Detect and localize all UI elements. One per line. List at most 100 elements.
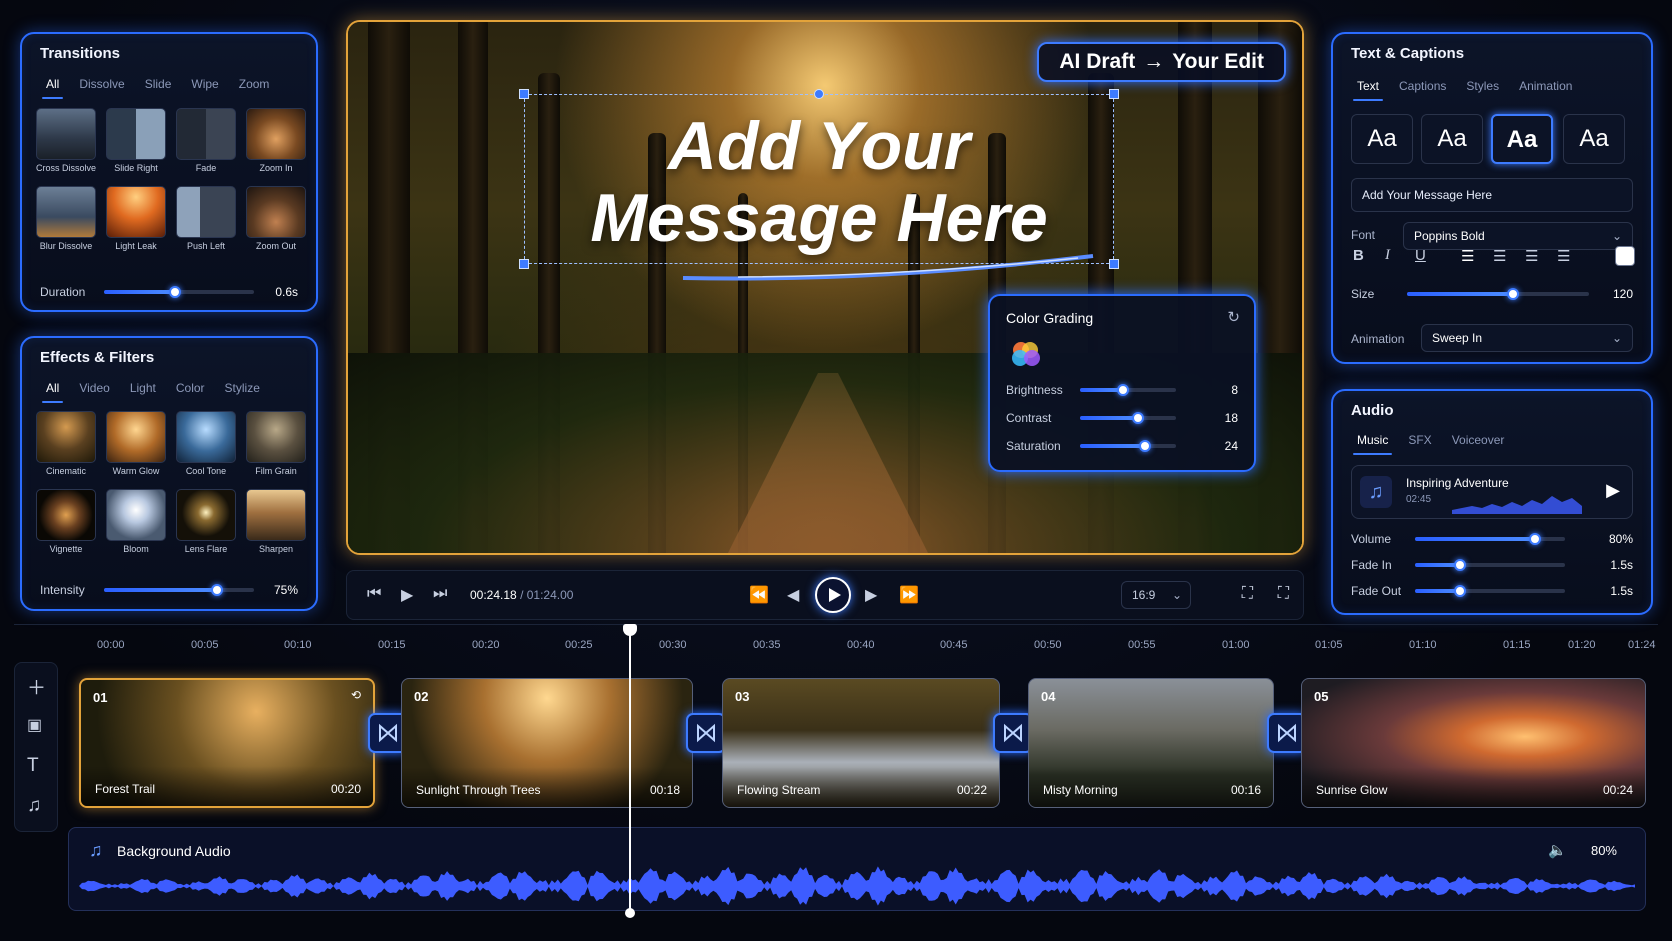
fullscreen-icon[interactable]: ⛶: [1278, 585, 1289, 603]
saturation-knob[interactable]: [1139, 440, 1152, 452]
align-center-icon[interactable]: ☰: [1493, 247, 1506, 265]
effect-bloom[interactable]: Bloom: [106, 489, 166, 567]
align-right-icon[interactable]: ☰: [1525, 247, 1538, 265]
tab-transitions-zoom[interactable]: Zoom: [229, 73, 280, 95]
effect-film-grain[interactable]: Film Grain: [246, 411, 306, 489]
effect-sharpen[interactable]: Sharpen: [246, 489, 306, 567]
transition-marker[interactable]: [993, 713, 1033, 753]
text-style-option[interactable]: Aa: [1351, 114, 1413, 164]
transition-fade[interactable]: Fade: [176, 108, 236, 186]
tab-transitions-slide[interactable]: Slide: [135, 73, 182, 95]
aspect-ratio-select[interactable]: 16:9 ⌄: [1121, 581, 1191, 609]
playhead[interactable]: [623, 624, 637, 918]
text-style-option[interactable]: Aa: [1421, 114, 1483, 164]
timeline-clip[interactable]: 04 Misty Morning 00:16: [1028, 678, 1274, 808]
tab-transitions-dissolve[interactable]: Dissolve: [69, 73, 134, 95]
effect-vignette[interactable]: Vignette: [36, 489, 96, 567]
tab-animation[interactable]: Animation: [1509, 75, 1582, 97]
headline-text[interactable]: Add Your Message Here: [524, 110, 1114, 254]
resize-handle-bottom-left[interactable]: [519, 259, 529, 269]
add-icon[interactable]: ＋: [27, 673, 46, 700]
volume-knob[interactable]: [1529, 533, 1541, 545]
size-knob[interactable]: [1506, 288, 1519, 300]
resize-handle-bottom-right[interactable]: [1109, 259, 1119, 269]
step-back-icon[interactable]: ◀: [787, 585, 799, 605]
effect-warm-glow[interactable]: Warm Glow: [106, 411, 166, 489]
rewind-icon[interactable]: ⏪: [749, 585, 769, 605]
fade-in-knob[interactable]: [1454, 559, 1466, 571]
tab-styles[interactable]: Styles: [1456, 75, 1509, 97]
italic-icon[interactable]: I: [1385, 247, 1390, 264]
tab-transitions-all[interactable]: All: [36, 73, 69, 99]
text-style-option[interactable]: Aa: [1563, 114, 1625, 164]
transition-zoom-out[interactable]: Zoom Out: [246, 186, 306, 264]
media-icon[interactable]: ▣: [27, 715, 42, 735]
resize-handle-top-right[interactable]: [1109, 89, 1119, 99]
transition-blur-dissolve[interactable]: Blur Dissolve: [36, 186, 96, 264]
resize-handle-top-left[interactable]: [519, 89, 529, 99]
video-preview[interactable]: AI Draft → Your Edit Add Your Message Here…: [346, 20, 1304, 555]
play-track-icon[interactable]: ▶: [1606, 480, 1620, 501]
timeline-ruler[interactable]: 00:00 00:05 00:10 00:15 00:20 00:25 00:3…: [14, 624, 1658, 664]
reset-icon[interactable]: ↻: [1227, 308, 1240, 326]
brightness-slider[interactable]: [1080, 384, 1176, 396]
intensity-slider[interactable]: [104, 584, 254, 596]
duration-slider[interactable]: [104, 286, 254, 298]
contrast-slider[interactable]: [1080, 412, 1176, 424]
text-color-swatch[interactable]: [1615, 246, 1635, 266]
tab-text[interactable]: Text: [1347, 75, 1389, 101]
tab-effects-light[interactable]: Light: [120, 377, 166, 399]
rotate-handle-top[interactable]: [814, 89, 824, 99]
tab-effects-color[interactable]: Color: [166, 377, 215, 399]
contrast-knob[interactable]: [1131, 412, 1144, 424]
brightness-knob[interactable]: [1117, 384, 1130, 396]
skip-to-end-icon[interactable]: ⏭: [433, 585, 447, 603]
speaker-icon[interactable]: 🔈: [1548, 841, 1567, 859]
transition-slide-right[interactable]: Slide Right: [106, 108, 166, 186]
bold-icon[interactable]: B: [1353, 247, 1364, 264]
tab-transitions-wipe[interactable]: Wipe: [181, 73, 228, 95]
saturation-slider[interactable]: [1080, 440, 1176, 452]
duration-knob[interactable]: [168, 286, 181, 298]
step-forward-icon[interactable]: ▶: [865, 585, 877, 605]
skip-to-start-icon[interactable]: ⏮: [367, 585, 381, 603]
tab-effects-video[interactable]: Video: [69, 377, 119, 399]
tab-effects-stylize[interactable]: Stylize: [215, 377, 270, 399]
text-style-option-selected[interactable]: Aa: [1491, 114, 1553, 164]
animation-select[interactable]: Sweep In ⌄: [1421, 324, 1633, 352]
timeline-clip[interactable]: 01 ⟲ Forest Trail 00:20: [79, 678, 375, 808]
intensity-knob[interactable]: [210, 584, 223, 596]
fade-out-slider[interactable]: [1415, 585, 1565, 597]
align-left-icon[interactable]: ☰: [1461, 247, 1474, 265]
align-justify-icon[interactable]: ☰: [1557, 247, 1570, 265]
timeline-clip[interactable]: 03 Flowing Stream 00:22: [722, 678, 1000, 808]
tab-effects-all[interactable]: All: [36, 377, 69, 403]
tab-sfx[interactable]: SFX: [1398, 429, 1441, 451]
fast-forward-icon[interactable]: ⏩: [899, 585, 919, 605]
play-button[interactable]: [815, 577, 851, 613]
font-select[interactable]: Poppins Bold ⌄: [1403, 222, 1633, 250]
safe-area-icon[interactable]: ⛶: [1242, 585, 1253, 603]
timeline-clip[interactable]: 02 Sunlight Through Trees 00:18: [401, 678, 693, 808]
background-audio-track[interactable]: ♫ Background Audio 🔈 80%: [68, 827, 1646, 911]
text-content-input[interactable]: Add Your Message Here: [1351, 178, 1633, 212]
volume-slider[interactable]: [1415, 533, 1565, 545]
transition-zoom-in[interactable]: Zoom In: [246, 108, 306, 186]
fade-in-slider[interactable]: [1415, 559, 1565, 571]
underline-icon[interactable]: U: [1415, 247, 1426, 264]
tab-captions[interactable]: Captions: [1389, 75, 1456, 97]
text-tool-icon[interactable]: T: [27, 755, 39, 777]
tab-music[interactable]: Music: [1347, 429, 1398, 455]
tab-voiceover[interactable]: Voiceover: [1442, 429, 1515, 451]
timeline-clip[interactable]: 05 Sunrise Glow 00:24: [1301, 678, 1646, 808]
play-small-icon[interactable]: ▶: [401, 585, 413, 605]
transition-marker[interactable]: [686, 713, 726, 753]
effect-lens-flare[interactable]: Lens Flare: [176, 489, 236, 567]
music-tool-icon[interactable]: ♫: [27, 795, 41, 817]
size-slider[interactable]: [1407, 288, 1589, 300]
fade-out-knob[interactable]: [1454, 585, 1466, 597]
effect-cinematic[interactable]: Cinematic: [36, 411, 96, 489]
transition-light-leak[interactable]: Light Leak: [106, 186, 166, 264]
music-track-card[interactable]: ♫ Inspiring Adventure 02:45 ▶: [1351, 465, 1633, 519]
effect-cool-tone[interactable]: Cool Tone: [176, 411, 236, 489]
